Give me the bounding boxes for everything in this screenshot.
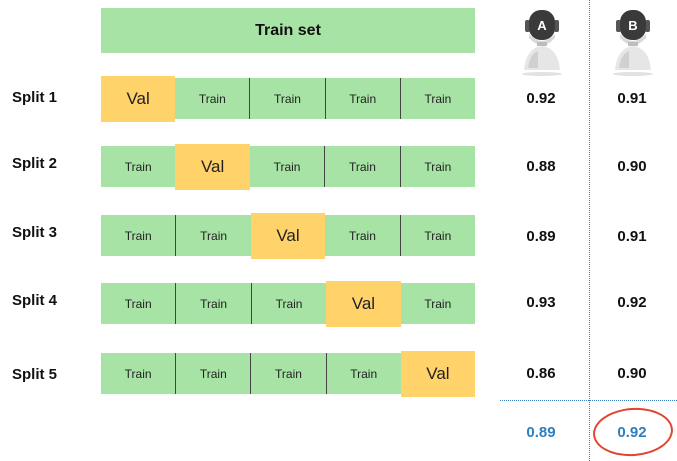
fold-cell: Train xyxy=(250,283,327,324)
score-b: 0.90 xyxy=(617,158,647,175)
robot-b-letter: B xyxy=(628,18,637,33)
fold-cell: Train xyxy=(250,353,326,394)
split-label: Split 5 xyxy=(12,366,58,383)
fold-cell: Train xyxy=(399,78,476,119)
split-label: Split 3 xyxy=(12,224,58,241)
fold-cell: Val xyxy=(250,213,326,259)
fold-cell: Train xyxy=(399,146,476,187)
fold-cell: Train xyxy=(325,215,400,256)
score-a: 0.92 xyxy=(526,90,556,107)
score-b: 0.91 xyxy=(617,90,647,107)
score-a: 0.86 xyxy=(526,365,556,382)
score-a: 0.93 xyxy=(526,294,556,311)
fold-cell: Train xyxy=(324,78,400,119)
fold-cell: Train xyxy=(101,353,176,394)
score-b: 0.90 xyxy=(617,365,647,382)
split-row: Val Train Train Train Train xyxy=(101,76,476,122)
average-score-a: 0.89 xyxy=(526,424,556,441)
fold-cell: Val xyxy=(326,281,401,327)
train-set-bar: Train set xyxy=(101,8,475,53)
highlight-circle xyxy=(591,405,675,459)
score-a: 0.89 xyxy=(526,228,556,245)
fold-cell: Train xyxy=(324,146,400,187)
split-row: Train Val Train Train Train xyxy=(101,144,476,190)
robot-a-icon: A xyxy=(514,4,570,76)
split-label: Split 1 xyxy=(12,89,58,106)
score-b: 0.92 xyxy=(617,294,647,311)
fold-cell: Train xyxy=(175,215,251,256)
divider-vertical xyxy=(589,0,590,461)
split-label: Split 4 xyxy=(12,292,58,309)
fold-cell: Train xyxy=(249,78,325,119)
split-label: Split 2 xyxy=(12,155,58,172)
score-b: 0.91 xyxy=(617,228,647,245)
fold-cell: Val xyxy=(400,351,476,397)
fold-cell: Val xyxy=(175,144,250,190)
robot-b-icon: B xyxy=(605,4,661,76)
train-set-label: Train set xyxy=(255,21,321,39)
split-row: Train Train Train Val Train xyxy=(101,281,476,327)
fold-cell: Train xyxy=(399,215,476,256)
fold-cell: Train xyxy=(175,353,251,394)
fold-cell: Train xyxy=(101,215,176,256)
fold-cell: Train xyxy=(175,283,251,324)
fold-cell: Train xyxy=(400,283,476,324)
fold-cell: Train xyxy=(101,283,176,324)
fold-cell: Train xyxy=(325,353,401,394)
split-row: Train Train Train Train Val xyxy=(101,351,476,397)
score-a: 0.88 xyxy=(526,158,556,175)
fold-cell: Train xyxy=(175,78,250,119)
robot-a-letter: A xyxy=(537,18,547,33)
split-row: Train Train Val Train Train xyxy=(101,213,476,259)
fold-cell: Train xyxy=(249,146,325,187)
fold-cell: Val xyxy=(101,76,176,122)
fold-cell: Train xyxy=(101,146,176,187)
divider-horizontal xyxy=(500,400,677,401)
